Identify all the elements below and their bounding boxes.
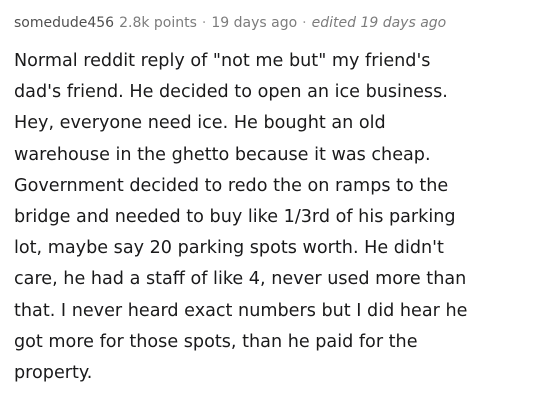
comment-body: Normal reddit reply of "not me but" my f… [14, 46, 526, 389]
comment-body-line: got more for those spots, than he paid f… [14, 331, 418, 352]
comment-body-line: Normal reddit reply of "not me but" my f… [14, 51, 431, 71]
comment-body-line: bridge and needed to buy like 1/3rd of h… [14, 206, 456, 227]
comment-body-line: warehouse in the ghetto because it was c… [14, 144, 431, 165]
comment-body-line: property. [14, 362, 93, 383]
comment-body-line: care, he had a staff of like 4, never us… [14, 269, 467, 290]
comment-body-line: Hey, everyone need ice. He bought an old [14, 113, 386, 134]
comment-body-line: dad's friend. He decided to open an ice … [14, 82, 448, 103]
comment-meta: somedude456 2.8k points · 19 days ago · … [14, 0, 526, 46]
meta-separator: · [302, 15, 307, 31]
comment-edited-timestamp: edited 19 days ago [311, 15, 447, 31]
meta-separator: · [201, 15, 207, 31]
comment-timestamp: 19 days ago [211, 15, 298, 31]
comment: somedude456 2.8k points · 19 days ago · … [14, 0, 526, 389]
comment-points: 2.8k points [119, 15, 197, 31]
comment-body-line: Government decided to redo the on ramps … [14, 175, 449, 196]
comment-body-line: that. I never heard exact numbers but I … [14, 300, 468, 321]
comment-author[interactable]: somedude456 [14, 15, 114, 31]
comment-body-line: lot, maybe say 20 parking spots worth. H… [14, 238, 444, 259]
